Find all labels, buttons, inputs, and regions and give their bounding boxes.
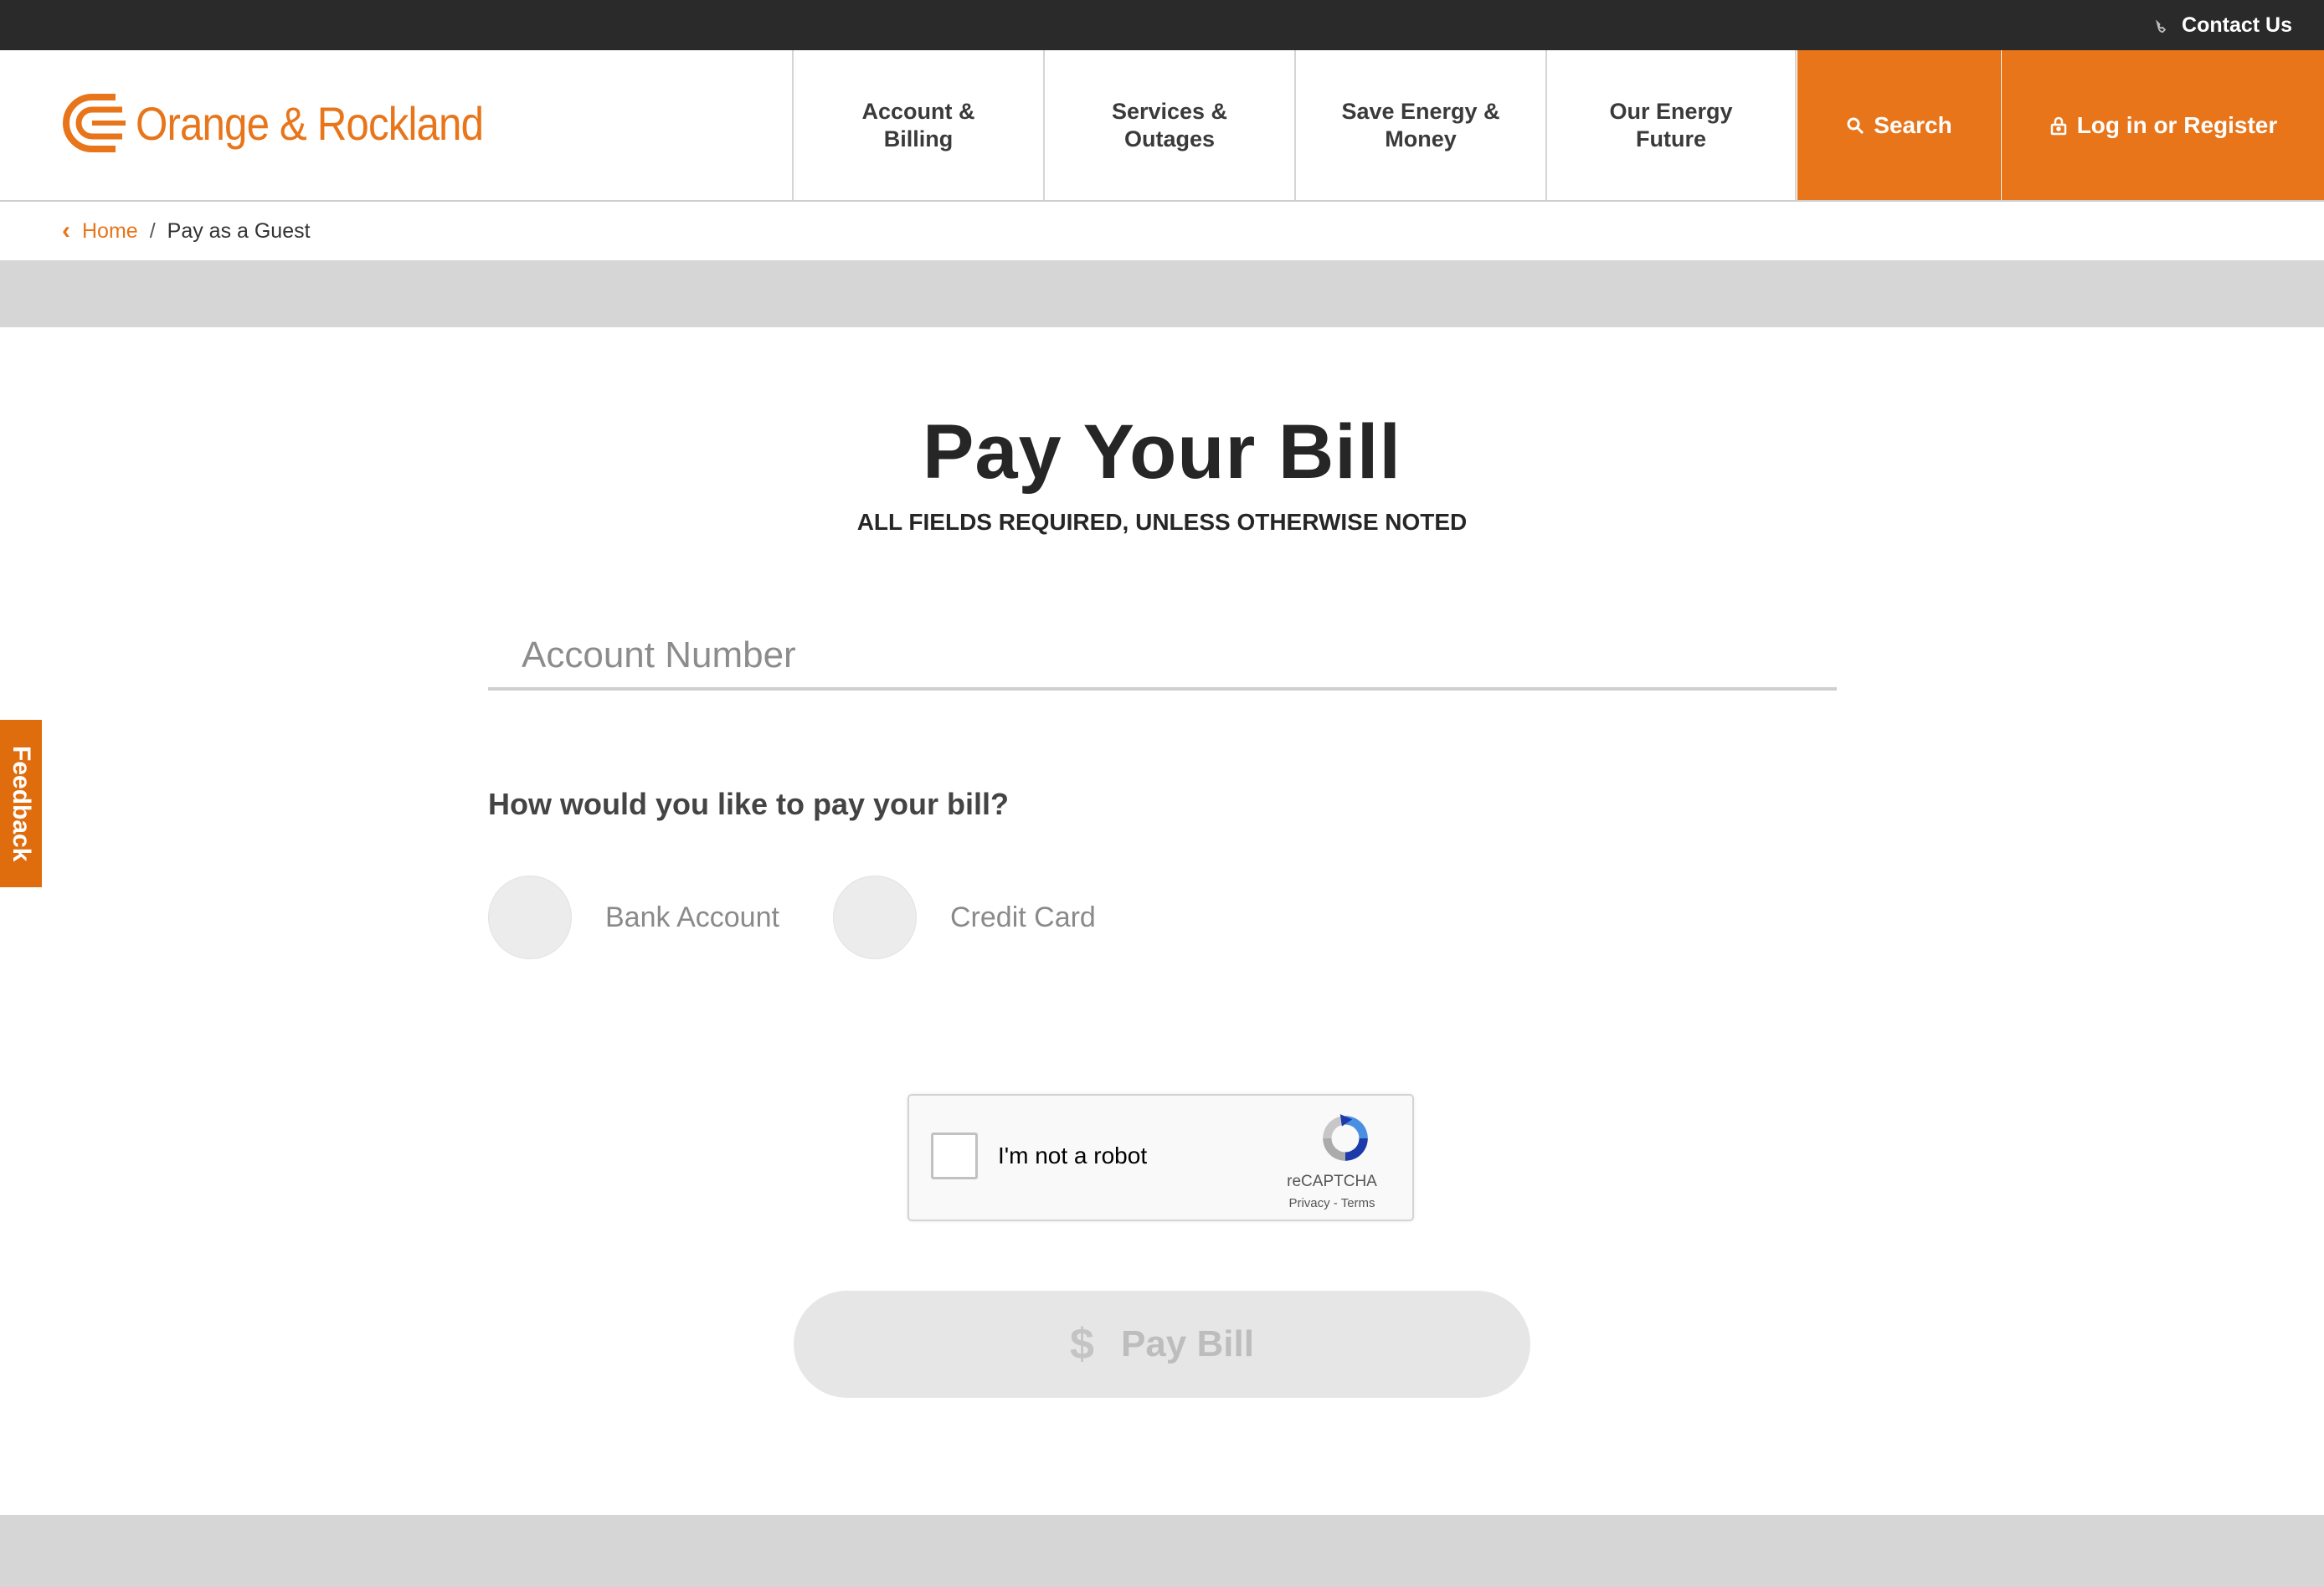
breadcrumb: ‹ Home / Pay as a Guest xyxy=(0,202,2324,260)
bank-account-radio[interactable] xyxy=(488,876,572,959)
breadcrumb-separator: / xyxy=(149,218,156,243)
brand-logo-icon xyxy=(63,94,126,152)
recaptcha-label: I'm not a robot xyxy=(998,1143,1148,1168)
dollar-icon: $ xyxy=(1070,1320,1094,1369)
nav-energy-future[interactable]: Our Energy Future xyxy=(1545,50,1797,200)
nav-services-outages[interactable]: Services & Outages xyxy=(1043,50,1294,200)
bank-account-option[interactable]: Bank Account xyxy=(488,876,779,959)
breadcrumb-home-link[interactable]: Home xyxy=(82,219,138,244)
contact-us-link[interactable]: Contact Us xyxy=(2155,13,2292,38)
page-title: Pay Your Bill xyxy=(922,409,1401,495)
contact-us-label: Contact Us xyxy=(2182,13,2292,37)
required-fields-note: ALL FIELDS REQUIRED, UNLESS OTHERWISE NO… xyxy=(856,509,1468,535)
search-button[interactable]: Search xyxy=(1797,50,2001,200)
feedback-label: Feedback xyxy=(8,745,35,862)
pay-bill-button[interactable]: $ Pay Bill xyxy=(794,1291,1530,1398)
login-label: Log in or Register xyxy=(2076,111,2278,138)
lock-icon xyxy=(2050,116,2066,135)
search-icon xyxy=(1847,117,1864,134)
brand-logo[interactable]: Orange & Rockland xyxy=(57,94,531,152)
pay-bill-label: Pay Bill xyxy=(1120,1323,1254,1364)
main-nav: Account & Billing Services & Outages Sav… xyxy=(792,50,1797,200)
bank-account-label: Bank Account xyxy=(605,901,779,933)
search-label: Search xyxy=(1874,111,1952,138)
feedback-tab[interactable]: Feedback xyxy=(0,720,42,887)
footer-band xyxy=(0,1515,2324,1587)
recaptcha-icon xyxy=(1323,1114,1368,1161)
utility-bar: Contact Us xyxy=(0,0,2324,50)
account-number-input[interactable] xyxy=(488,624,1837,691)
nav-account-billing[interactable]: Account & Billing xyxy=(792,50,1043,200)
chevron-left-icon[interactable]: ‹ xyxy=(62,217,70,245)
recaptcha-brand: reCAPTCHA xyxy=(1287,1173,1377,1190)
credit-card-radio[interactable] xyxy=(833,876,917,959)
recaptcha-widget: I'm not a robot reCAPTCHA Privacy - Term… xyxy=(907,1094,1414,1221)
brand-name: Orange & Rockland xyxy=(136,96,484,150)
recaptcha-link-separator: - xyxy=(1333,1196,1338,1210)
phone-icon xyxy=(2156,19,2167,33)
login-register-button[interactable]: Log in or Register xyxy=(2002,50,2324,200)
site-header: Orange & Rockland Account & Billing Serv… xyxy=(0,50,2324,202)
credit-card-label: Credit Card xyxy=(950,901,1096,933)
nav-save-energy[interactable]: Save Energy & Money xyxy=(1294,50,1545,200)
divider-band xyxy=(0,260,2324,327)
payment-method-question: How would you like to pay your bill? xyxy=(488,787,1010,821)
recaptcha-links: Privacy - Terms xyxy=(1261,1196,1403,1210)
breadcrumb-current: Pay as a Guest xyxy=(167,218,311,243)
recaptcha-privacy-link[interactable]: Privacy xyxy=(1288,1196,1329,1210)
credit-card-option[interactable]: Credit Card xyxy=(833,876,1096,959)
recaptcha-terms-link[interactable]: Terms xyxy=(1341,1196,1375,1210)
